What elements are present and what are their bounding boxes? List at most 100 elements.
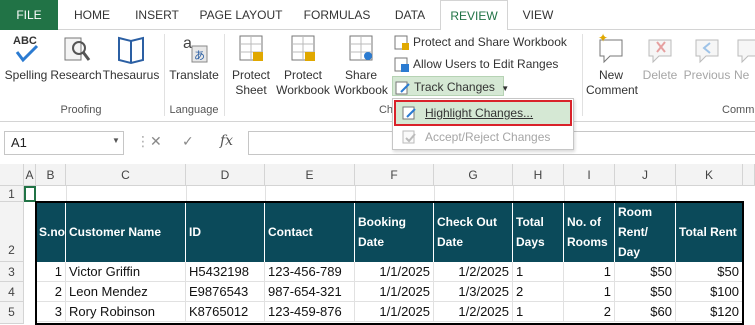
table-cell[interactable]: 1 <box>564 262 615 282</box>
previous-comment-button[interactable]: Previous <box>682 32 732 82</box>
header-cell-booking-date[interactable]: Booking Date <box>355 202 434 262</box>
header-cell-room-rent-day[interactable]: Room Rent/ Day <box>615 202 676 262</box>
header-cell-total-rent[interactable]: Total Rent <box>676 202 743 262</box>
table-cell[interactable]: E9876543 <box>186 282 265 302</box>
table-cell[interactable]: 2 <box>513 282 564 302</box>
group-separator <box>164 34 165 116</box>
name-box[interactable]: A1 <box>4 131 124 155</box>
highlight-changes-item[interactable]: Highlight Changes... <box>394 100 572 126</box>
header-cell-check-out-date[interactable]: Check Out Date <box>434 202 513 262</box>
translate-button[interactable]: a あ Translate <box>168 32 220 82</box>
table-cell[interactable]: 123-456-789 <box>265 262 355 282</box>
row-header[interactable]: 4 <box>0 282 24 302</box>
cancel-icon[interactable]: ✕ <box>150 133 162 150</box>
header-cell-contact[interactable]: Contact <box>265 202 355 262</box>
ribbon: ABC Spelling Research Thesaurus Proofing… <box>0 30 755 122</box>
share-workbook-button[interactable]: Share Workbook <box>332 32 390 98</box>
table-cell[interactable]: H5432198 <box>186 262 265 282</box>
row-header[interactable]: 3 <box>0 262 24 282</box>
column-header[interactable]: H <box>513 164 564 186</box>
next-comment-button[interactable]: Ne <box>734 32 755 82</box>
name-box-dropdown-icon[interactable]: ▼ <box>112 136 120 145</box>
tab-data[interactable]: DATA <box>382 0 438 30</box>
select-all-corner[interactable] <box>0 164 24 186</box>
column-header[interactable]: F <box>355 164 434 186</box>
thesaurus-icon <box>118 36 144 65</box>
column-header[interactable]: D <box>186 164 265 186</box>
header-cell-no-of-rooms[interactable]: No. of Rooms <box>564 202 615 262</box>
table-cell[interactable]: 1 <box>513 302 564 322</box>
delete-comment-label: Delete <box>642 68 678 82</box>
protect-sheet-icon <box>239 35 263 61</box>
tab-home[interactable]: HOME <box>62 0 122 30</box>
enter-icon[interactable]: ✓ <box>182 133 194 150</box>
translate-icon: a あ <box>183 35 208 63</box>
table-cell[interactable]: 1 <box>513 262 564 282</box>
table-cell[interactable]: 1/1/2025 <box>355 262 434 282</box>
accept-reject-changes-item[interactable]: Accept/Reject Changes <box>395 125 571 149</box>
header-cell-total-days[interactable]: Total Days <box>513 202 564 262</box>
table-cell[interactable]: 123-459-876 <box>265 302 355 322</box>
table-cell[interactable]: Victor Griffin <box>66 262 186 282</box>
protect-sheet-label-1: Protect <box>231 68 270 82</box>
new-comment-button[interactable]: ✦ New Comment <box>586 32 638 98</box>
column-header[interactable]: A <box>24 164 36 186</box>
header-cell-id[interactable]: ID <box>186 202 265 262</box>
table-cell[interactable]: Leon Mendez <box>66 282 186 302</box>
tab-insert[interactable]: INSERT <box>124 0 190 30</box>
column-header[interactable]: B <box>36 164 66 186</box>
table-cell[interactable]: 1/2/2025 <box>434 302 513 322</box>
header-cell-sno[interactable]: S.no <box>36 202 66 262</box>
tab-review[interactable]: REVIEW <box>440 0 508 31</box>
protect-workbook-button[interactable]: Protect Workbook <box>274 32 332 98</box>
table-cell[interactable]: 2 <box>36 282 66 302</box>
svg-text:a: a <box>183 35 192 52</box>
track-changes-button[interactable]: Track Changes ▼ <box>392 76 509 96</box>
active-cell-a1[interactable] <box>24 186 36 202</box>
table-cell[interactable]: 1 <box>564 282 615 302</box>
tab-view[interactable]: VIEW <box>510 0 566 30</box>
table-cell[interactable]: $50 <box>615 282 676 302</box>
thesaurus-button[interactable]: Thesaurus <box>102 32 160 82</box>
table-cell[interactable]: $50 <box>676 262 743 282</box>
tab-formulas[interactable]: FORMULAS <box>294 0 380 30</box>
column-header[interactable]: C <box>66 164 186 186</box>
protect-and-share-button[interactable]: Protect and Share Workbook <box>394 32 567 52</box>
table-cell[interactable]: 1/1/2025 <box>355 282 434 302</box>
table-cell[interactable]: 1/2/2025 <box>434 262 513 282</box>
spelling-button[interactable]: ABC Spelling <box>2 32 50 82</box>
row-header[interactable]: 2 <box>0 202 24 262</box>
row-header[interactable]: 1 <box>0 186 24 202</box>
column-header[interactable]: K <box>676 164 743 186</box>
table-cell[interactable]: $120 <box>676 302 743 322</box>
table-cell[interactable]: $50 <box>615 262 676 282</box>
svg-text:ABC: ABC <box>13 35 37 47</box>
protect-workbook-label-1: Protect <box>283 68 322 82</box>
table-cell[interactable]: 1/3/2025 <box>434 282 513 302</box>
column-header[interactable]: J <box>615 164 676 186</box>
column-header[interactable]: I <box>564 164 615 186</box>
table-cell[interactable]: 1 <box>36 262 66 282</box>
table-cell[interactable]: 3 <box>36 302 66 322</box>
header-cell-customer-name[interactable]: Customer Name <box>66 202 186 262</box>
protect-sheet-button[interactable]: Protect Sheet <box>228 32 274 98</box>
delete-comment-button[interactable]: Delete <box>638 32 682 82</box>
column-header[interactable]: E <box>265 164 355 186</box>
tab-page-layout[interactable]: PAGE LAYOUT <box>192 0 290 30</box>
table-cell[interactable]: 1/1/2025 <box>355 302 434 322</box>
row-header[interactable]: 5 <box>0 302 24 324</box>
previous-comment-icon <box>695 39 719 64</box>
accept-reject-icon <box>402 130 416 144</box>
insert-function-icon[interactable]: fx <box>220 133 233 149</box>
table-cell[interactable]: $60 <box>615 302 676 322</box>
column-header[interactable]: G <box>434 164 513 186</box>
research-button[interactable]: Research <box>50 32 102 82</box>
table-cell[interactable]: $100 <box>676 282 743 302</box>
allow-users-button[interactable]: Allow Users to Edit Ranges <box>394 54 558 74</box>
table-cell[interactable]: 2 <box>564 302 615 322</box>
table-cell[interactable]: Rory Robinson <box>66 302 186 322</box>
ribbon-tabs: FILE HOME INSERT PAGE LAYOUT FORMULAS DA… <box>0 0 755 31</box>
table-cell[interactable]: K8765012 <box>186 302 265 322</box>
tab-file[interactable]: FILE <box>0 0 58 30</box>
table-cell[interactable]: 987-654-321 <box>265 282 355 302</box>
